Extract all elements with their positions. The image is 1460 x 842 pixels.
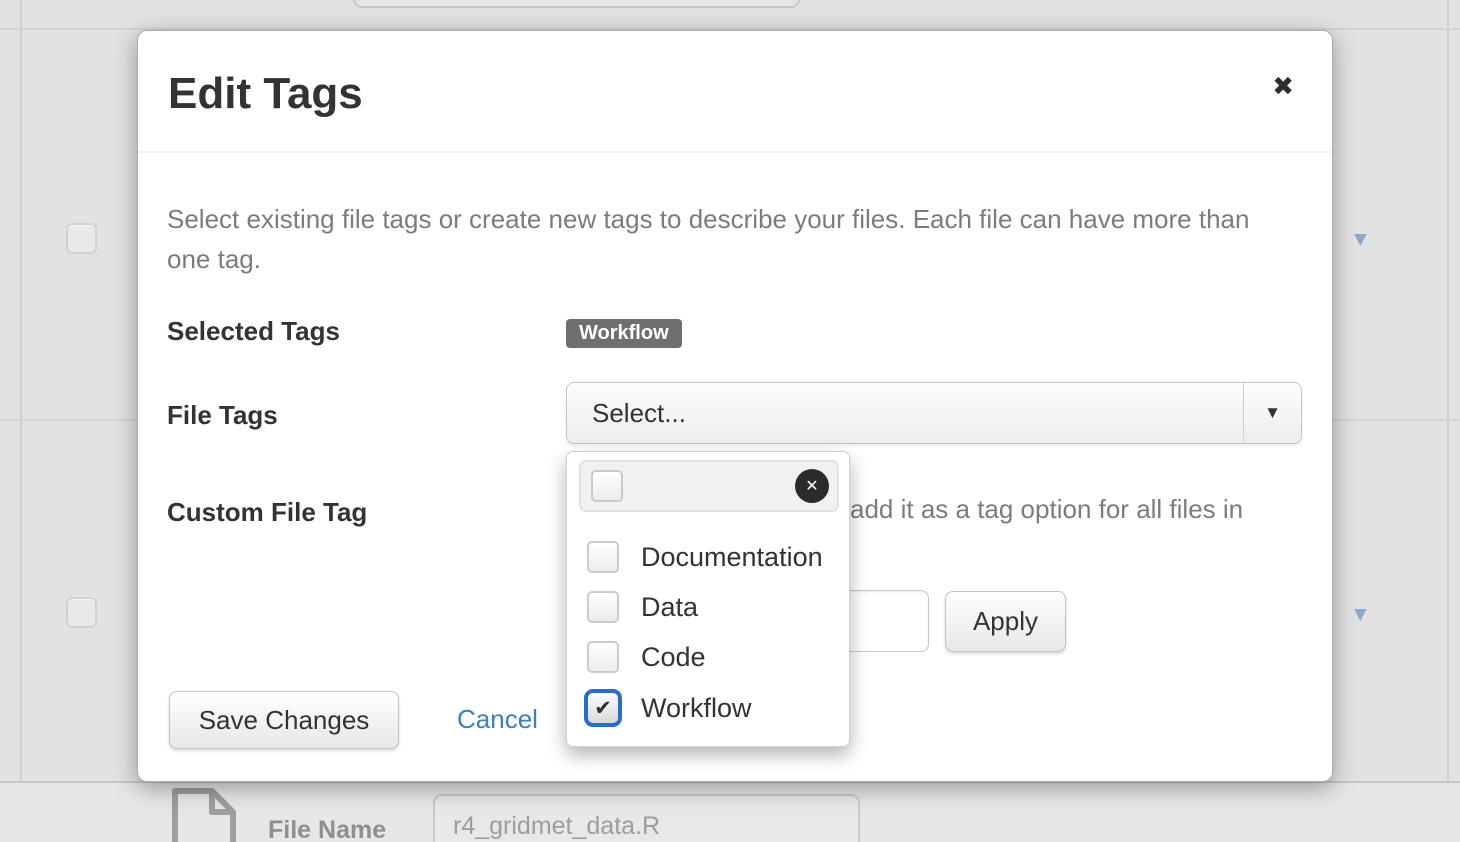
backdrop-filename-input-partial [353,0,800,8]
close-icon[interactable]: ✖ [1272,73,1294,99]
backdrop-table-right-border [1447,0,1449,842]
dropdown-option-documentation[interactable]: Documentation [567,532,849,582]
backdrop-row-checkbox[interactable] [66,223,97,254]
caret-down-icon: ▼ [1264,403,1281,423]
file-icon [170,786,238,842]
dropdown-option-data[interactable]: Data [567,582,849,632]
dropdown-filter-bar: ✕ [579,460,839,512]
dropdown-option-code[interactable]: Code [567,632,849,682]
chevron-down-icon[interactable]: ▼ [1350,229,1371,250]
file-name-input[interactable]: r4_gridmet_data.R [433,794,860,842]
backdrop-row-checkbox[interactable] [66,597,97,628]
option-label: Data [641,592,698,623]
chevron-down-icon[interactable]: ▼ [1350,604,1371,625]
checkbox-icon[interactable] [587,541,619,573]
option-label: Code [641,642,706,673]
file-name-label: File Name [268,816,386,842]
file-tags-select-caret-button[interactable]: ▼ [1243,383,1301,443]
cancel-link[interactable]: Cancel [457,704,538,735]
checkbox-icon[interactable] [587,591,619,623]
file-tags-select-value: Select... [592,383,686,443]
header-divider [138,151,1332,153]
dropdown-option-workflow[interactable]: ✔ Workflow [567,683,849,733]
save-changes-button[interactable]: Save Changes [169,691,399,749]
custom-file-tag-help-text: add it as a tag option for all files in [850,494,1310,525]
selected-tags-label: Selected Tags [167,316,340,347]
apply-button[interactable]: Apply [945,591,1066,652]
option-label: Workflow [641,693,752,724]
edit-tags-modal: Edit Tags ✖ Select existing file tags or… [137,30,1333,782]
checkbox-checked-icon[interactable]: ✔ [584,689,622,727]
screen: ▼ ▼ File Name r4_gridmet_data.R Edit Tag… [0,0,1460,842]
option-label: Documentation [641,542,823,573]
checkbox-icon[interactable] [587,641,619,673]
backdrop-table-left-border [20,0,22,842]
modal-description: Select existing file tags or create new … [167,199,1289,279]
select-all-checkbox[interactable] [591,470,623,502]
custom-file-tag-label: Custom File Tag [167,497,367,528]
clear-filter-icon[interactable]: ✕ [795,469,829,503]
selected-tag-badge: Workflow [566,319,682,348]
file-tags-label: File Tags [167,400,278,431]
file-tags-dropdown-menu: ✕ Documentation Data Code ✔ Workflow [566,451,850,747]
file-tags-select[interactable]: Select... ▼ [566,382,1302,444]
modal-title: Edit Tags [168,69,363,119]
